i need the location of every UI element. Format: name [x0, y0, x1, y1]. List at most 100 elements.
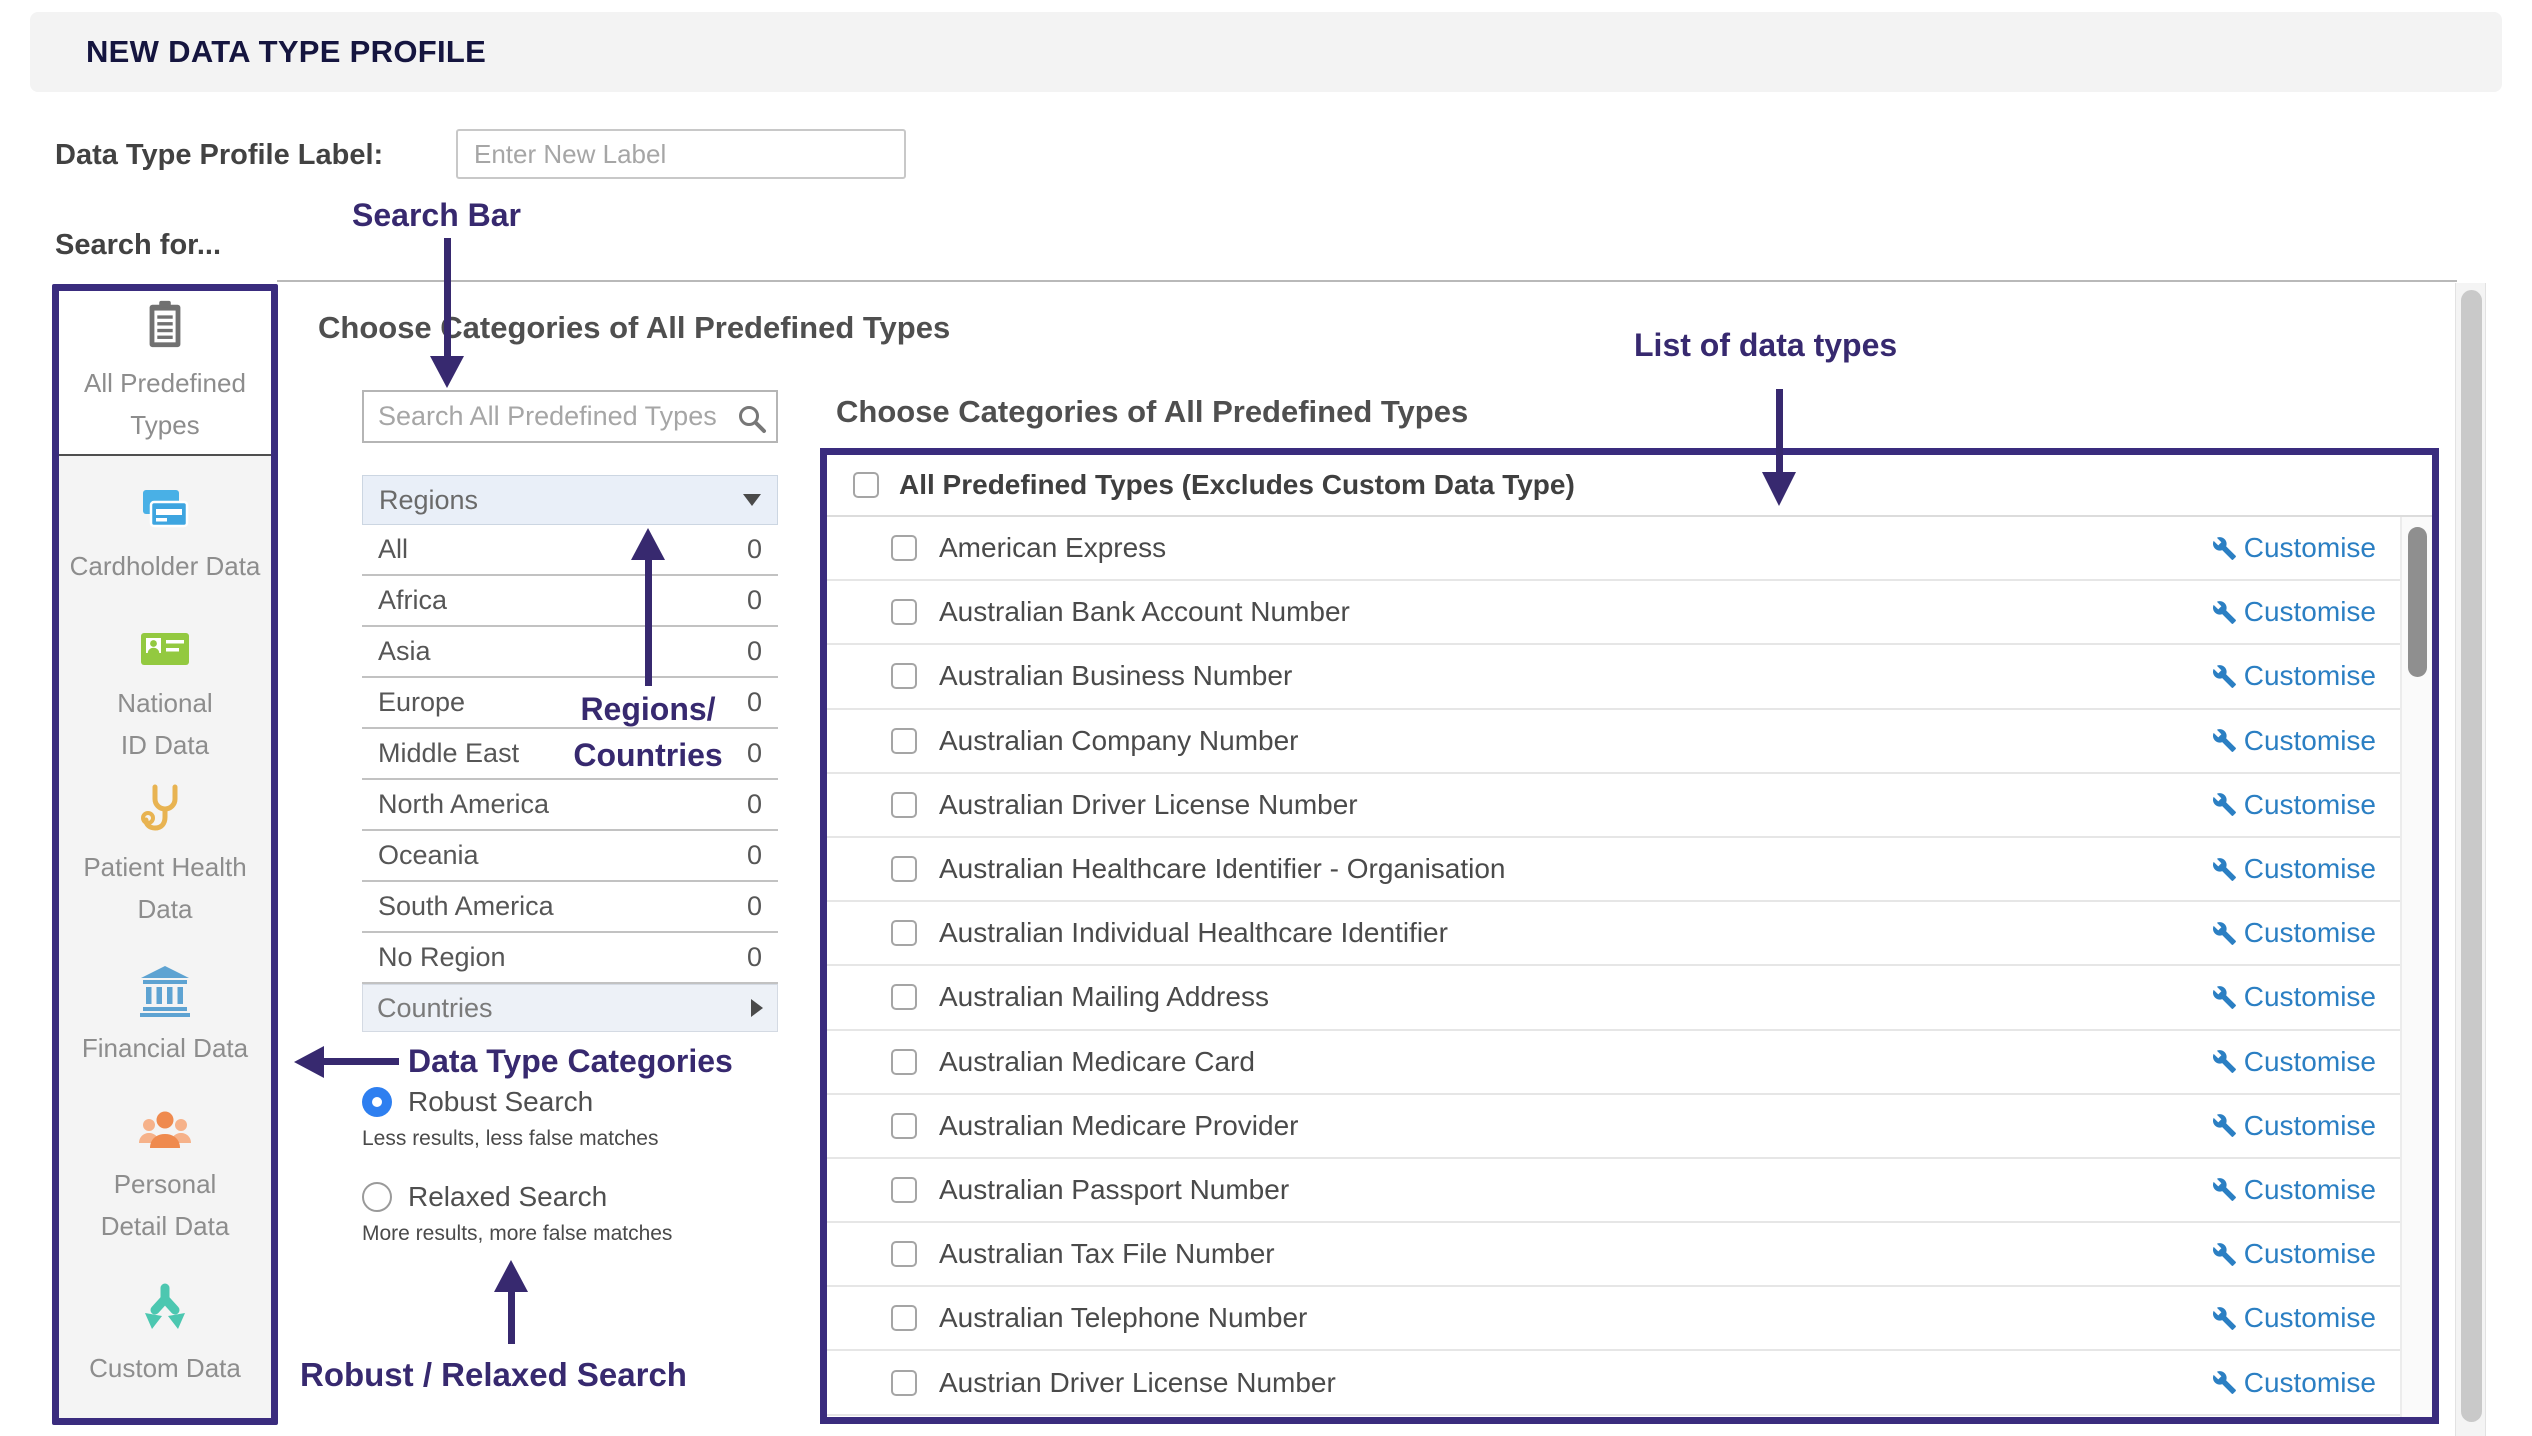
relaxed-search-option[interactable]: Relaxed Search [362, 1181, 822, 1213]
customise-link[interactable]: Customise [2212, 789, 2376, 821]
row-checkbox[interactable] [891, 1177, 917, 1203]
customise-link[interactable]: Customise [2212, 532, 2376, 564]
sidebar-item-patient-health-data[interactable]: Patient Health Data [59, 776, 271, 936]
list-item: Australian Business NumberCustomise [827, 645, 2400, 709]
stethoscope-icon [140, 782, 190, 841]
type-rows: American ExpressCustomiseAustralian Bank… [827, 517, 2400, 1417]
sidebar-item-all-predefined-types[interactable]: All Predefined Types [59, 291, 271, 456]
annotation-data-type-categories: Data Type Categories [408, 1043, 733, 1080]
row-checkbox[interactable] [891, 1113, 917, 1139]
region-count: 0 [747, 636, 762, 667]
list-item: Australian Medicare ProviderCustomise [827, 1095, 2400, 1159]
region-row[interactable]: Africa0 [362, 576, 778, 627]
countries-dropdown[interactable]: Countries [362, 984, 778, 1032]
search-box [362, 390, 778, 443]
wrench-icon [2212, 1242, 2237, 1267]
region-row[interactable]: All0 [362, 525, 778, 576]
data-type-label: Australian Mailing Address [917, 981, 2212, 1013]
credit-cards-icon [137, 485, 193, 540]
search-icon[interactable] [736, 403, 768, 440]
customise-label: Customise [2244, 1302, 2376, 1334]
annotation-arrow-up [508, 1291, 515, 1344]
region-label: Oceania [378, 840, 479, 871]
customise-link[interactable]: Customise [2212, 596, 2376, 628]
search-mode-group: Robust Search Less results, less false m… [362, 1086, 822, 1246]
row-checkbox[interactable] [891, 599, 917, 625]
regions-dropdown-label: Regions [379, 485, 478, 516]
sidebar-item-cardholder-data[interactable]: Cardholder Data [59, 456, 271, 616]
customise-link[interactable]: Customise [2212, 917, 2376, 949]
customise-link[interactable]: Customise [2212, 853, 2376, 885]
list-item: Australian Medicare CardCustomise [827, 1031, 2400, 1095]
row-checkbox[interactable] [891, 1241, 917, 1267]
row-checkbox[interactable] [891, 984, 917, 1010]
customise-link[interactable]: Customise [2212, 1367, 2376, 1399]
people-icon [137, 1105, 193, 1158]
row-checkbox[interactable] [891, 1305, 917, 1331]
customise-link[interactable]: Customise [2212, 1238, 2376, 1270]
select-all-checkbox[interactable] [853, 472, 879, 498]
chevron-right-icon [751, 999, 763, 1017]
type-list-heading: Choose Categories of All Predefined Type… [836, 394, 1468, 430]
customise-label: Customise [2244, 1174, 2376, 1206]
wrench-icon [2212, 536, 2237, 561]
regions-dropdown[interactable]: Regions [362, 475, 778, 525]
row-checkbox[interactable] [891, 1370, 917, 1396]
sidebar-item-financial-data[interactable]: Financial Data [59, 936, 271, 1096]
customise-label: Customise [2244, 1238, 2376, 1270]
row-checkbox[interactable] [891, 535, 917, 561]
data-type-label: Australian Individual Healthcare Identif… [917, 917, 2212, 949]
row-checkbox[interactable] [891, 728, 917, 754]
row-checkbox[interactable] [891, 856, 917, 882]
customise-label: Customise [2244, 917, 2376, 949]
chevron-down-icon [743, 494, 761, 506]
data-type-label: Australian Healthcare Identifier - Organ… [917, 853, 2212, 885]
list-item: Australian Company NumberCustomise [827, 710, 2400, 774]
region-row[interactable]: Asia0 [362, 627, 778, 678]
type-list-body: American ExpressCustomiseAustralian Bank… [827, 517, 2432, 1417]
customise-link[interactable]: Customise [2212, 1174, 2376, 1206]
region-row[interactable]: No Region0 [362, 933, 778, 984]
sidebar-item-personal-detail-data[interactable]: Personal Detail Data [59, 1096, 271, 1256]
list-item: Australian Bank Account NumberCustomise [827, 581, 2400, 645]
region-label: North America [378, 789, 549, 820]
region-row[interactable]: North America0 [362, 780, 778, 831]
robust-search-option[interactable]: Robust Search [362, 1086, 822, 1118]
profile-label-input[interactable] [456, 129, 906, 179]
annotation-arrow-up [645, 559, 652, 686]
list-scrollbar-thumb[interactable] [2408, 527, 2427, 677]
sidebar-item-national-id-data[interactable]: National ID Data [59, 616, 271, 776]
customise-link[interactable]: Customise [2212, 660, 2376, 692]
region-row[interactable]: Oceania0 [362, 831, 778, 882]
profile-label-text: Data Type Profile Label: [55, 139, 383, 172]
wrench-icon [2212, 1370, 2237, 1395]
countries-label: Countries [377, 993, 493, 1024]
wrench-icon [2212, 921, 2237, 946]
page-scrollbar[interactable] [2455, 283, 2486, 1436]
page-scrollbar-thumb[interactable] [2461, 290, 2482, 1422]
row-checkbox[interactable] [891, 663, 917, 689]
list-scrollbar[interactable] [2400, 517, 2432, 1417]
row-checkbox[interactable] [891, 1049, 917, 1075]
robust-search-description: Less results, less false matches [362, 1127, 822, 1151]
customise-link[interactable]: Customise [2212, 725, 2376, 757]
customise-link[interactable]: Customise [2212, 1110, 2376, 1142]
sidebar-item-custom-data[interactable]: Custom Data [59, 1256, 271, 1416]
annotation-arrowhead-up [494, 1260, 528, 1292]
robust-search-radio[interactable] [362, 1087, 392, 1117]
annotation-arrowhead-down [430, 356, 464, 388]
customise-link[interactable]: Customise [2212, 1046, 2376, 1078]
region-label: Middle East [378, 738, 519, 769]
region-row[interactable]: South America0 [362, 882, 778, 933]
list-item: Australian Passport NumberCustomise [827, 1159, 2400, 1223]
customise-link[interactable]: Customise [2212, 981, 2376, 1013]
row-checkbox[interactable] [891, 792, 917, 818]
row-checkbox[interactable] [891, 920, 917, 946]
search-input[interactable] [364, 392, 776, 441]
customise-link[interactable]: Customise [2212, 1302, 2376, 1334]
data-type-label: Australian Telephone Number [917, 1302, 2212, 1334]
list-item: Australian Tax File NumberCustomise [827, 1223, 2400, 1287]
relaxed-search-radio[interactable] [362, 1182, 392, 1212]
robust-search-label: Robust Search [408, 1086, 593, 1118]
search-for-label: Search for... [55, 229, 221, 262]
